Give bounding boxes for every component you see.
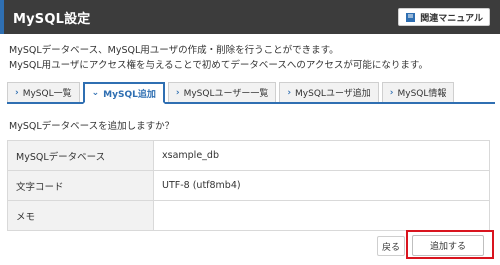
row-label: MySQLデータベース (7, 140, 154, 171)
tab-label: MySQL情報 (397, 89, 447, 99)
tab-label: MySQLユーザ追加 (295, 89, 371, 99)
database-name-value: xsample_db (153, 140, 490, 171)
related-manual-label: 関連マニュアル (420, 13, 483, 24)
confirm-table: MySQLデータベース xsample_db 文字コード UTF-8 (utf8… (7, 140, 490, 231)
table-row: メモ (7, 200, 490, 231)
tab-label: MySQL追加 (103, 89, 156, 100)
chevron-right-icon: › (389, 87, 394, 98)
table-row: MySQLデータベース xsample_db (7, 140, 490, 171)
page-header: MySQL設定 関連マニュアル (0, 0, 500, 34)
charset-value: UTF-8 (utf8mb4) (153, 170, 490, 201)
tab-mysql-info[interactable]: › MySQL情報 (381, 82, 455, 102)
tab-mysql-user-add[interactable]: › MySQLユーザ追加 (279, 82, 379, 102)
chevron-right-icon: › (175, 87, 180, 98)
related-manual-button[interactable]: 関連マニュアル (398, 8, 490, 26)
tab-mysql-user-list[interactable]: › MySQLユーザー一覧 (167, 82, 277, 102)
add-button[interactable]: 追加する (412, 235, 484, 256)
confirm-question: MySQLデータベースを追加しますか？ (9, 121, 175, 132)
row-label: 文字コード (7, 170, 154, 201)
tab-label: MySQL一覧 (22, 89, 72, 99)
tab-mysql-add[interactable]: ⌄ MySQL追加 (82, 82, 165, 104)
description-line-1: MySQLデータベース、MySQL用ユーザの作成・削除を行うことができます。 (9, 45, 339, 56)
page-description: MySQLデータベース、MySQL用ユーザの作成・削除を行うことができます。 M… (9, 43, 491, 73)
table-row: 文字コード UTF-8 (utf8mb4) (7, 170, 490, 201)
row-label: メモ (7, 200, 154, 231)
description-line-2: MySQL用ユーザにアクセス権を与えることで初めてデータベースへのアクセスが可能… (9, 60, 428, 71)
chevron-down-icon: ⌄ (91, 88, 100, 98)
chevron-right-icon: › (15, 87, 19, 98)
back-button[interactable]: 戻る (377, 236, 405, 256)
tab-label: MySQLユーザー一覧 (183, 89, 269, 99)
memo-value (153, 200, 490, 231)
tab-mysql-list[interactable]: › MySQL一覧 (7, 82, 80, 102)
chevron-right-icon: › (287, 87, 292, 98)
tab-bar: › MySQL一覧 ⌄ MySQL追加 › MySQLユーザー一覧 › MySQ… (7, 82, 495, 104)
page-title: MySQL設定 (13, 11, 91, 27)
book-icon (405, 12, 416, 23)
